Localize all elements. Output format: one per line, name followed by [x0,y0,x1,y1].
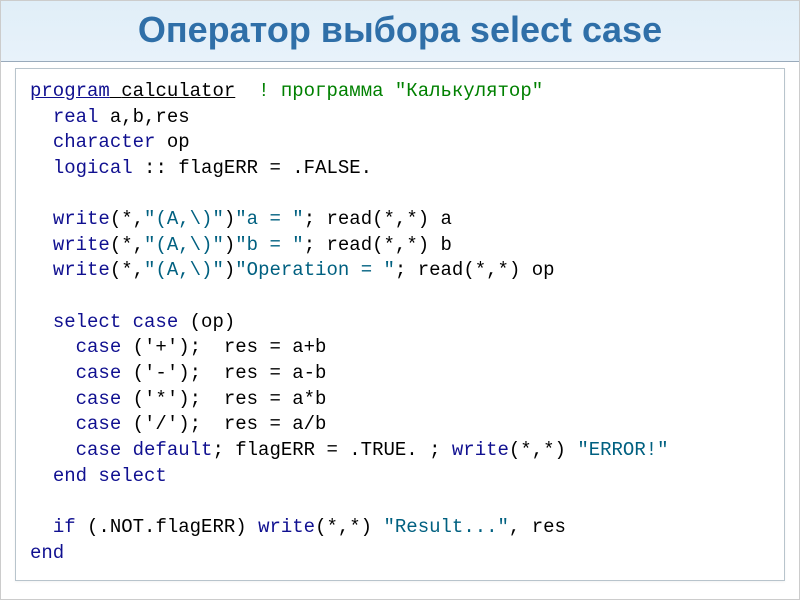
vars-real: a,b,res [110,106,190,128]
kw-case-default: case default [76,439,213,461]
kw-logical: logical [53,157,133,179]
kw-case: case [76,362,122,384]
fmt: "(A,\)" [144,259,224,281]
w-args: (*, [110,259,144,281]
default-mid: ; flagERR = .TRUE. ; [212,439,451,461]
w-args: (*, [110,234,144,256]
kw-case: case [76,336,122,358]
kw-case: case [76,413,122,435]
kw-end-select: end select [53,465,167,487]
w-close: ) [224,234,235,256]
default-writecall: (*,*) [509,439,577,461]
slide: Оператор выбора select case program calc… [0,0,800,600]
read-op: ; read(*,*) op [395,259,555,281]
fmt: "(A,\)" [144,208,224,230]
kw-write: write [452,439,509,461]
kw-if: if [53,516,76,538]
kw-end: end [30,542,64,564]
kw-write: write [53,208,110,230]
sp [98,106,109,128]
str-error: "ERROR!" [577,439,668,461]
str-result: "Result..." [384,516,509,538]
case-minus: ('-'); res = a-b [121,362,326,384]
sp [235,80,258,102]
case-plus: ('+'); res = a+b [121,336,326,358]
read-b: ; read(*,*) b [304,234,452,256]
kw-case: case [76,388,122,410]
kw-select-case: select case [53,311,178,333]
case-div: ('/'); res = a/b [121,413,326,435]
if-cond: (.NOT.flagERR) [76,516,258,538]
kw-real: real [53,106,99,128]
vars-char: op [167,131,190,153]
logical-rest: :: flagERR = .FALSE. [133,157,372,179]
comment: ! программа "Калькулятор" [258,80,543,102]
slide-title: Оператор выбора select case [1,9,799,51]
prog-name-text: calculator [121,80,235,102]
w-close: ) [224,208,235,230]
code-panel: program calculator ! программа "Калькуля… [15,68,785,581]
str-op: "Operation = " [235,259,395,281]
str-b: "b = " [235,234,303,256]
case-mul: ('*'); res = a*b [121,388,326,410]
kw-character: character [53,131,156,153]
code-block: program calculator ! программа "Калькуля… [30,79,770,566]
w-close: ) [224,259,235,281]
fmt: "(A,\)" [144,234,224,256]
prog-name [110,80,121,102]
if-writeargs: (*,*) [315,516,383,538]
read-a: ; read(*,*) a [304,208,452,230]
kw-write: write [53,234,110,256]
kw-program: program [30,80,110,102]
if-tail: , res [509,516,566,538]
sel-expr: (op) [178,311,235,333]
str-a: "a = " [235,208,303,230]
kw-write: write [53,259,110,281]
title-bar: Оператор выбора select case [1,1,799,62]
sp [155,131,166,153]
kw-write: write [258,516,315,538]
w-args: (*, [110,208,144,230]
